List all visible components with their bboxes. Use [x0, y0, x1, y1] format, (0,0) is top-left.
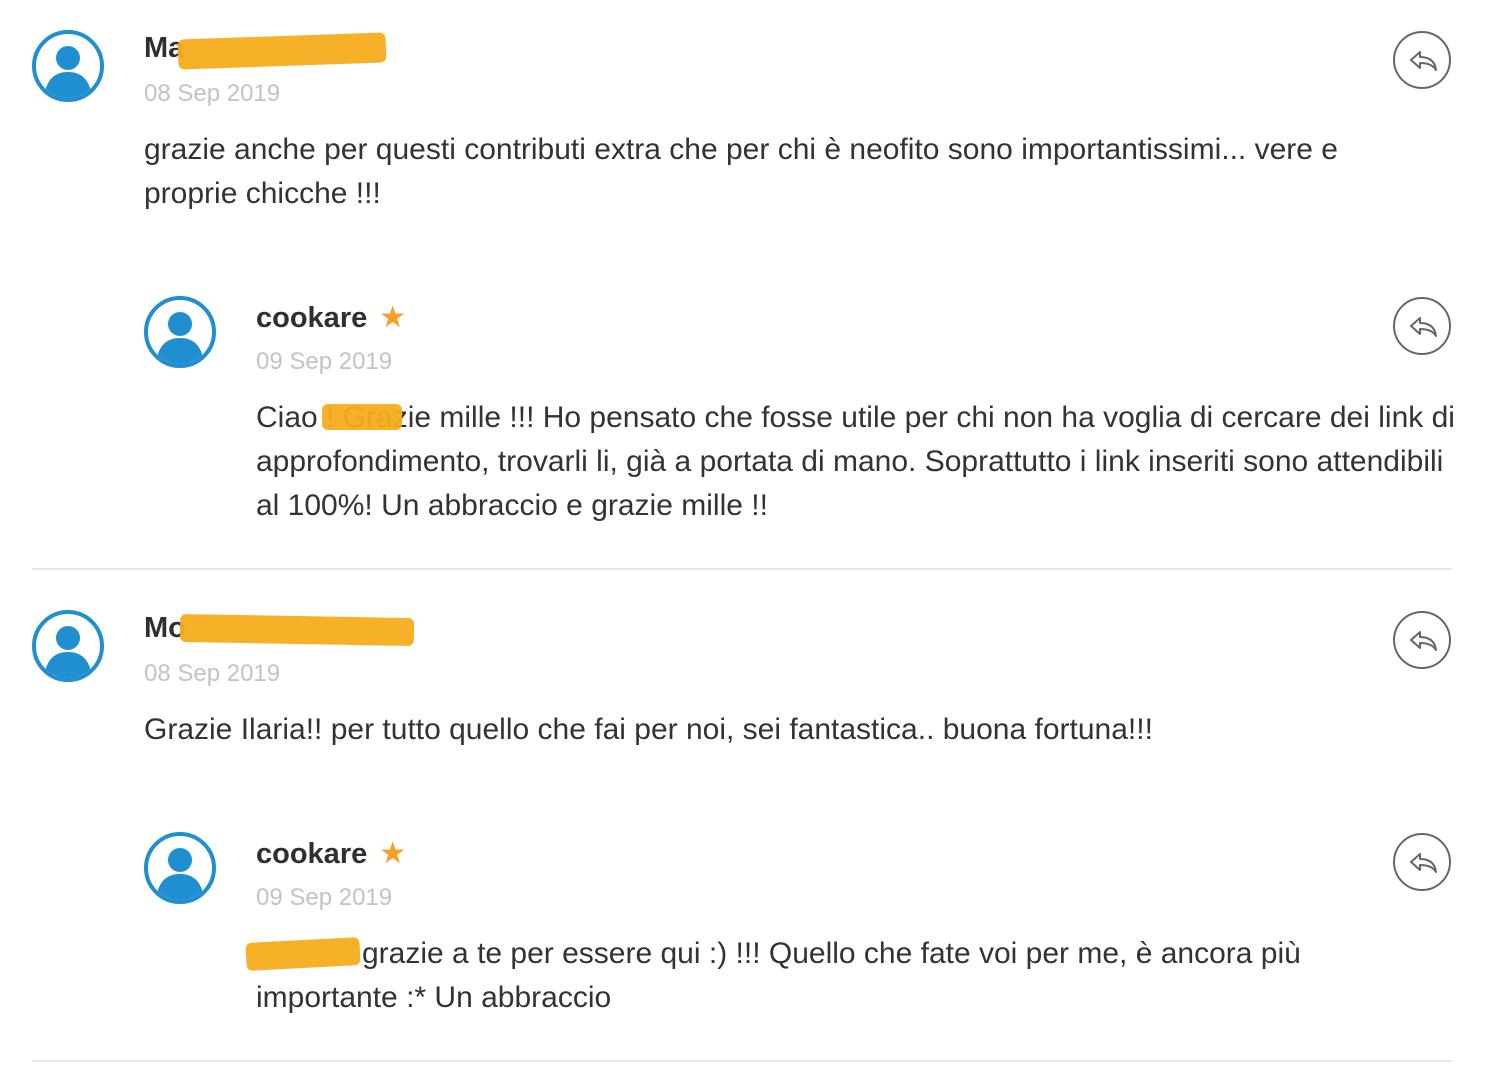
reply-arrow-icon [1410, 317, 1437, 337]
redaction-mark [322, 404, 402, 430]
comment-text: grazie a te per essere qui :) !!! Quello… [256, 937, 1301, 1014]
comment-date: 08 Sep 2019 [144, 80, 281, 107]
star-icon: ★ [379, 301, 407, 334]
avatar[interactable] [32, 610, 104, 682]
comment-date: 09 Sep 2019 [256, 884, 393, 911]
reply-button[interactable] [1393, 833, 1451, 891]
author-name[interactable]: cookare ★ [256, 836, 406, 871]
divider [32, 568, 1452, 570]
redaction-mark [177, 32, 387, 70]
author-name[interactable]: cookare ★ [256, 300, 406, 335]
divider [32, 1060, 1452, 1062]
avatar[interactable] [144, 832, 216, 904]
user-avatar-icon [156, 848, 204, 900]
star-icon: ★ [379, 837, 407, 870]
redaction-mark [179, 613, 415, 647]
redaction-mark [245, 937, 361, 971]
comment-text: Ciao ! Grazie mille !!! Ho pensato che f… [256, 401, 1455, 522]
avatar[interactable] [144, 296, 216, 368]
reply-button[interactable] [1393, 31, 1451, 89]
comment-date: 08 Sep 2019 [144, 660, 281, 687]
user-avatar-icon [44, 46, 92, 98]
comment-text: grazie anche per questi contributi extra… [144, 133, 1338, 210]
user-avatar-icon [44, 626, 92, 678]
reply-arrow-icon [1410, 631, 1437, 651]
reply-button[interactable] [1393, 297, 1451, 355]
user-avatar-icon [156, 312, 204, 364]
reply-arrow-icon [1410, 51, 1437, 71]
reply-button[interactable] [1393, 611, 1451, 669]
avatar[interactable] [32, 30, 104, 102]
reply-arrow-icon [1410, 853, 1437, 873]
comment-text: Grazie Ilaria!! per tutto quello che fai… [144, 713, 1153, 746]
comment-date: 09 Sep 2019 [256, 348, 393, 375]
